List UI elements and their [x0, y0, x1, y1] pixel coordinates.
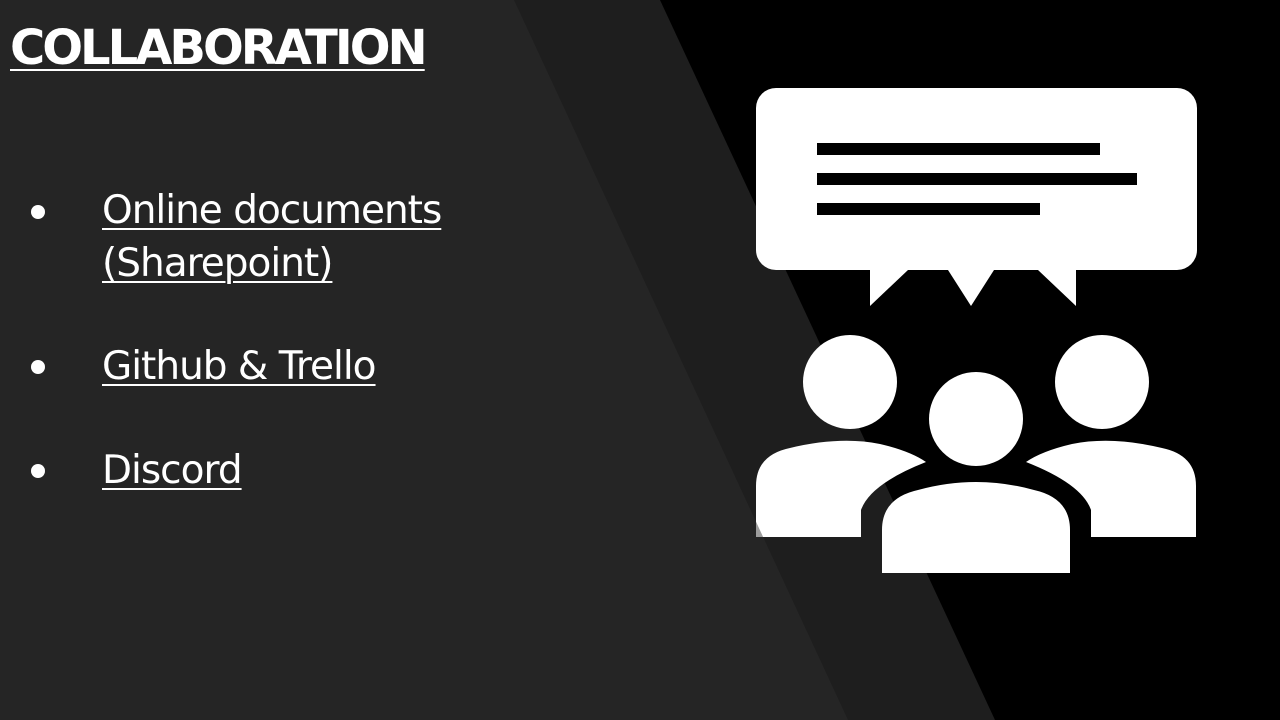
slide-title: COLLABORATION	[10, 20, 428, 76]
center-person-head-icon	[929, 372, 1023, 466]
online-documents-link-line2: (Sharepoint)	[102, 241, 333, 286]
slide: COLLABORATION Online documents (Sharepoin…	[0, 0, 1280, 720]
bullet-item-github-trello: Github & Trello	[0, 340, 560, 396]
center-person-body-icon	[882, 482, 1070, 573]
online-documents-link[interactable]: Online documents (Sharepoint)	[102, 184, 442, 290]
text-line-1	[817, 143, 1100, 155]
bullet-item-online-documents: Online documents (Sharepoint)	[0, 184, 560, 294]
github-trello-link[interactable]: Github & Trello	[102, 340, 377, 393]
text-line-2	[817, 173, 1137, 185]
right-person-head-icon	[1055, 335, 1149, 429]
bullet-item-discord: Discord	[0, 444, 560, 500]
bullet-dot-icon	[31, 205, 45, 219]
speech-bubble-tail-left	[870, 270, 908, 306]
bullet-dot-icon	[31, 464, 45, 478]
bullet-dot-icon	[31, 360, 45, 374]
discord-link[interactable]: Discord	[102, 444, 243, 497]
online-documents-link-line1: Online documents	[102, 188, 442, 233]
text-line-3	[817, 203, 1040, 215]
speech-bubble-tail-middle	[948, 270, 994, 306]
speech-bubble-tail-right	[1038, 270, 1076, 306]
left-person-head-icon	[803, 335, 897, 429]
